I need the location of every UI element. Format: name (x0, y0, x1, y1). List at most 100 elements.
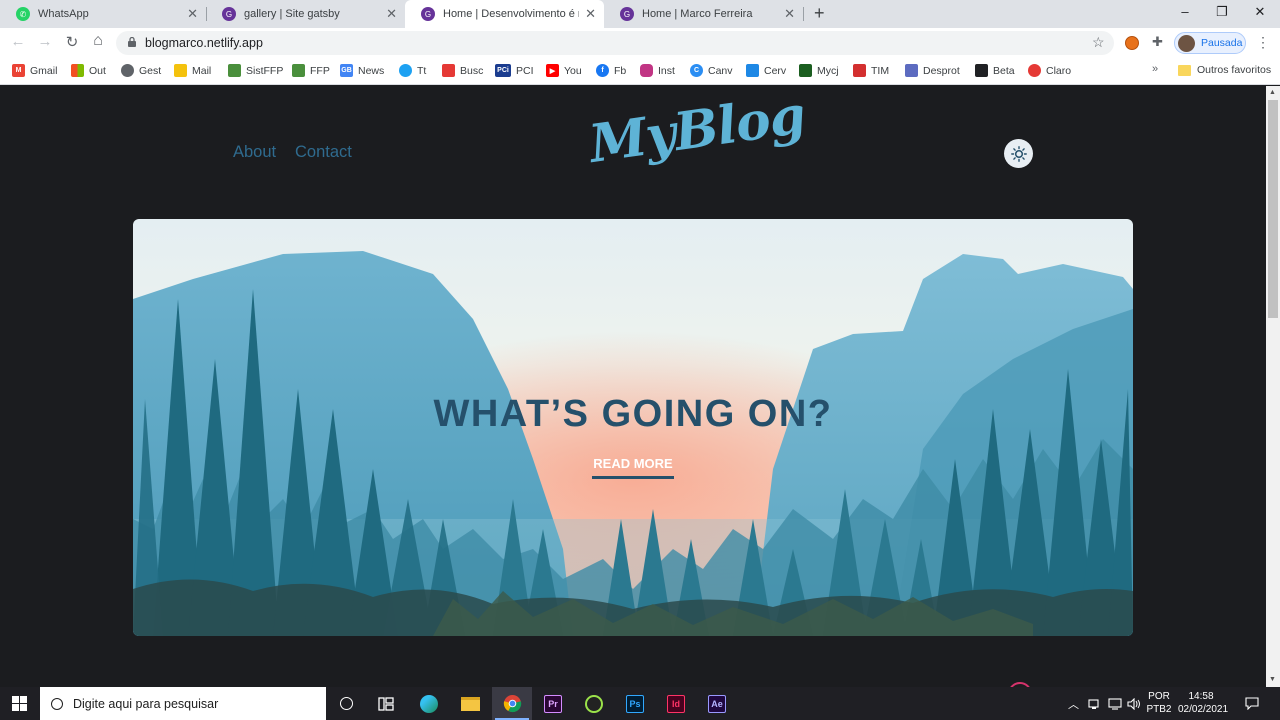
bookmark-out[interactable]: Out (71, 64, 106, 77)
extensions-puzzle-icon[interactable]: ✚ (1152, 34, 1163, 50)
bookmark-label: PCI (516, 64, 534, 77)
restore-button[interactable]: ❐ (1212, 4, 1232, 20)
bookmark-label: Outros favoritos (1197, 64, 1272, 76)
bookmark-mail[interactable]: Mail (174, 64, 211, 77)
show-hidden-icons-chevron-icon[interactable]: ︿ (1068, 687, 1079, 720)
chrome-button[interactable] (492, 687, 532, 720)
bookmark-label: Inst (658, 64, 675, 77)
language-indicator[interactable]: POR PTB2 (1145, 690, 1173, 716)
after-effects-button[interactable]: Ae (697, 687, 737, 720)
bookmark-star-icon[interactable]: ☆ (1092, 34, 1105, 51)
badge-icon (292, 64, 305, 77)
forward-button[interactable]: → (35, 33, 55, 50)
bookmark-desprot[interactable]: Desprot (905, 64, 960, 77)
bookmark-gest[interactable]: Gest (121, 64, 161, 77)
bookmark-label: Busc (460, 64, 484, 77)
bookmark-news[interactable]: GB News (340, 64, 384, 77)
bookmark-inst[interactable]: Inst (640, 64, 675, 77)
close-window-button[interactable]: ✕ (1250, 4, 1270, 20)
close-tab-icon[interactable]: ✕ (187, 6, 198, 22)
bookmark-label: TIM (871, 64, 890, 77)
badge-icon (228, 64, 241, 77)
notifications-icon[interactable] (1245, 687, 1259, 720)
bookmark-label: Gmail (30, 64, 58, 77)
bookmark-you[interactable]: ▶ You (546, 64, 582, 77)
close-tab-icon[interactable]: ✕ (784, 6, 795, 22)
bookmark-sistffp[interactable]: SistFFP (228, 64, 283, 77)
back-button[interactable]: ← (8, 33, 28, 50)
tab-title: Home | Marco Ferreira (642, 8, 753, 20)
search-icon (51, 697, 63, 710)
tab-home-marco[interactable]: G Home | Marco Ferreira ✕ (604, 0, 803, 28)
bookmarks-overflow-button[interactable]: » (1152, 63, 1158, 75)
address-bar[interactable] (116, 31, 1114, 55)
site-logo[interactable]: MyBlog (586, 86, 809, 175)
bookmark-fb[interactable]: f Fb (596, 64, 626, 77)
close-tab-icon[interactable]: ✕ (386, 6, 397, 22)
bookmark-busc[interactable]: Busc (442, 64, 483, 77)
task-view-button[interactable] (366, 687, 406, 720)
profile-label: Pausada (1201, 37, 1243, 49)
nav-link-about[interactable]: About (233, 143, 276, 162)
bookmark-beta[interactable]: Beta (975, 64, 1015, 77)
display-icon[interactable] (1108, 687, 1122, 720)
page-scrollbar[interactable]: ▲ ▼ (1266, 86, 1280, 687)
other-bookmarks-folder[interactable]: Outros favoritos (1178, 64, 1271, 76)
reload-button[interactable]: ↻ (62, 33, 82, 51)
indesign-button[interactable]: Id (656, 687, 696, 720)
globe-icon (121, 64, 134, 77)
bookmark-label: FFP (310, 64, 330, 77)
bookmark-claro[interactable]: Claro (1028, 64, 1071, 77)
home-button[interactable]: ⌂ (88, 32, 108, 50)
photoshop-button[interactable]: Ps (615, 687, 655, 720)
taskbar-search-box[interactable]: Digite aqui para pesquisar (40, 687, 326, 720)
gatsby-icon: G (222, 7, 236, 21)
extension-icon[interactable] (1125, 36, 1139, 50)
scroll-up-icon[interactable]: ▲ (1269, 89, 1276, 96)
inkscape-button[interactable] (574, 687, 614, 720)
bookmark-mycj[interactable]: Mycj (799, 64, 839, 77)
tab-title: gallery | Site gatsby (244, 8, 340, 20)
tab-home-desenvolvimento[interactable]: G Home | Desenvolvimento é minh ✕ (405, 0, 604, 28)
minimize-button[interactable]: – (1175, 4, 1195, 19)
bookmark-label: Canv (708, 64, 733, 77)
bookmark-label: Mycj (817, 64, 839, 77)
network-icon[interactable] (1088, 687, 1102, 720)
bookmark-cerv[interactable]: Cerv (746, 64, 786, 77)
tab-whatsapp[interactable]: ✆ WhatsApp ✕ (0, 0, 206, 28)
windows-taskbar: Digite aqui para pesquisar Pr Ps Id Ae ︿… (0, 687, 1280, 720)
language-code: POR (1148, 691, 1170, 702)
close-tab-icon[interactable]: ✕ (585, 6, 596, 22)
edge-icon (420, 694, 438, 713)
read-more-button[interactable]: READ MORE (592, 456, 674, 479)
bookmark-label: SistFFP (246, 64, 284, 77)
nav-link-contact[interactable]: Contact (295, 143, 352, 162)
menu-icon[interactable]: ⋮ (1256, 34, 1270, 51)
scrollbar-thumb[interactable] (1268, 100, 1278, 318)
new-tab-button[interactable]: + (814, 3, 825, 24)
file-explorer-button[interactable] (450, 687, 490, 720)
cortana-button[interactable] (326, 687, 366, 720)
profile-button[interactable]: Pausada (1174, 32, 1246, 54)
url-text[interactable]: blogmarco.netlify.app (145, 36, 263, 50)
bookmark-tt[interactable]: Tt (399, 64, 426, 77)
premiere-button[interactable]: Pr (533, 687, 573, 720)
volume-icon[interactable] (1127, 687, 1141, 720)
windows-start-icon[interactable] (12, 696, 27, 711)
bookmark-ffp[interactable]: FFP (292, 64, 330, 77)
scroll-down-icon[interactable]: ▼ (1269, 676, 1276, 683)
bookmark-tim[interactable]: TIM (853, 64, 889, 77)
tab-gallery[interactable]: G gallery | Site gatsby ✕ (206, 0, 405, 28)
cortana-icon (339, 697, 353, 710)
indesign-icon: Id (667, 694, 685, 713)
clock[interactable]: 14:58 02/02/2021 (1178, 690, 1228, 716)
bookmark-gmail[interactable]: M Gmail (12, 64, 57, 77)
facebook-icon: f (596, 64, 609, 77)
bookmark-canv[interactable]: C Canv (690, 64, 733, 77)
bookmark-pci[interactable]: PCi PCI (495, 64, 534, 77)
theme-toggle-button[interactable] (1004, 139, 1033, 168)
after-effects-icon: Ae (708, 694, 726, 713)
lock-icon[interactable] (128, 37, 136, 47)
clock-time: 14:58 (1188, 691, 1214, 702)
edge-button[interactable] (409, 687, 449, 720)
